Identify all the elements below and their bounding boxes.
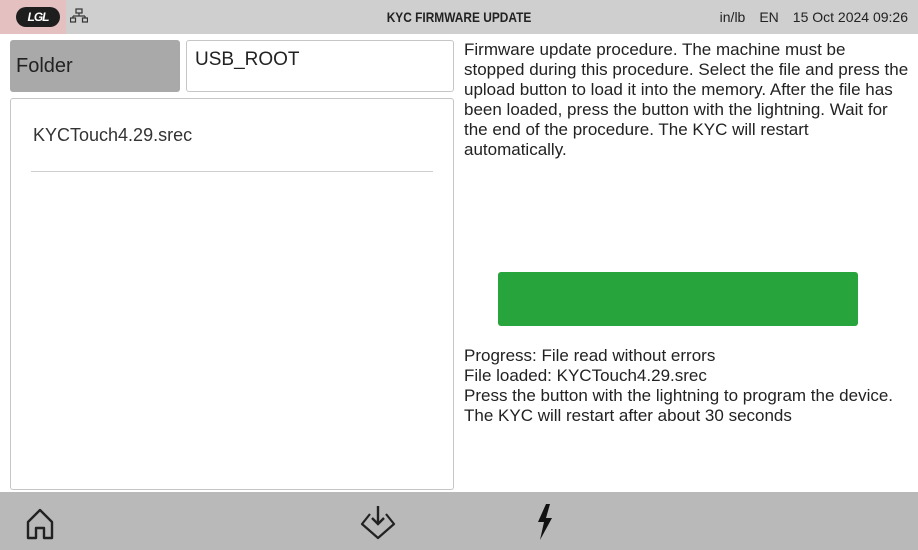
status-progress: Progress: File read without errors — [464, 346, 716, 365]
top-bar: LGL KYC FIRMWARE UPDATE in/lb EN 15 Oct … — [0, 0, 918, 34]
status-panel: Progress: File read without errors File … — [464, 346, 910, 426]
home-icon[interactable] — [18, 500, 62, 544]
list-item[interactable]: KYCTouch4.29.srec — [31, 119, 433, 172]
file-list[interactable]: KYCTouch4.29.srec — [10, 98, 454, 490]
upload-icon[interactable] — [356, 500, 400, 544]
status-restart-note: The KYC will restart after about 30 seco… — [464, 406, 792, 425]
folder-field[interactable]: USB_ROOT — [186, 40, 454, 92]
lightning-icon[interactable] — [522, 500, 566, 544]
logo-area[interactable]: LGL — [0, 0, 66, 34]
language-indicator[interactable]: EN — [759, 0, 778, 34]
instructions-text: Firmware update procedure. The machine m… — [464, 40, 909, 159]
progress-bar — [498, 272, 858, 326]
status-instruction: Press the button with the lightning to p… — [464, 386, 894, 405]
datetime: 15 Oct 2024 09:26 — [792, 9, 908, 25]
status-file-loaded: File loaded: KYCTouch4.29.srec — [464, 366, 707, 385]
lgl-logo: LGL — [16, 7, 60, 27]
bottom-bar — [0, 492, 918, 550]
header-status: in/lb EN 15 Oct 2024 09:26 — [720, 0, 908, 34]
units-indicator[interactable]: in/lb — [720, 0, 746, 34]
folder-label: Folder — [10, 40, 180, 92]
